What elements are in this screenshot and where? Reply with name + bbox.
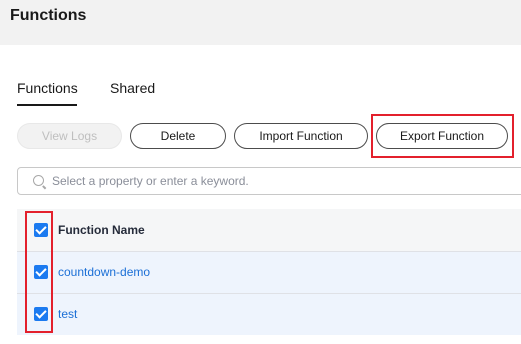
page-header: Functions bbox=[0, 0, 521, 45]
search-input[interactable]: Select a property or enter a keyword. bbox=[17, 167, 521, 195]
tab-functions[interactable]: Functions bbox=[17, 80, 78, 96]
page-title: Functions bbox=[10, 7, 87, 24]
delete-button[interactable]: Delete bbox=[130, 123, 226, 149]
search-placeholder: Select a property or enter a keyword. bbox=[52, 174, 249, 188]
view-logs-button[interactable]: View Logs bbox=[17, 123, 122, 149]
export-highlight-box bbox=[371, 114, 514, 158]
table-row: test bbox=[17, 293, 521, 335]
function-name-link[interactable]: test bbox=[58, 307, 77, 321]
table-row: countdown-demo bbox=[17, 251, 521, 293]
checkbox-highlight-box bbox=[25, 211, 53, 333]
tab-shared[interactable]: Shared bbox=[110, 80, 155, 96]
table-header: Function Name bbox=[17, 209, 521, 251]
import-function-button[interactable]: Import Function bbox=[234, 123, 368, 149]
search-icon bbox=[33, 175, 44, 186]
active-tab-indicator bbox=[17, 104, 77, 106]
column-header-function-name: Function Name bbox=[58, 223, 145, 237]
function-name-link[interactable]: countdown-demo bbox=[58, 265, 150, 279]
